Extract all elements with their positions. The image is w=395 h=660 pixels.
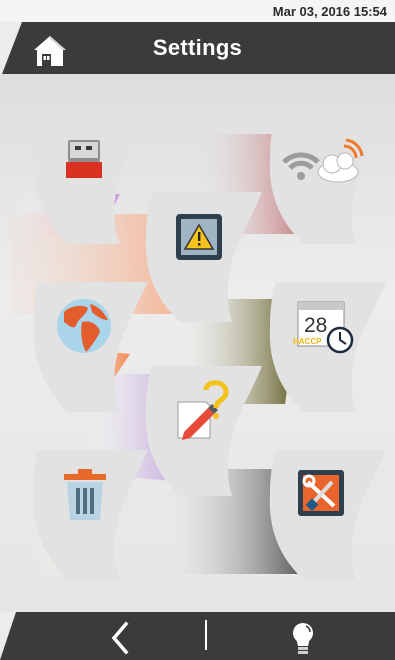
- usb-drive-icon: [66, 140, 102, 178]
- lightbulb-icon: [293, 623, 313, 654]
- back-button[interactable]: [104, 620, 136, 656]
- status-datetime: Mar 03, 2016 15:54: [272, 4, 387, 19]
- service-settings-tile[interactable]: [262, 450, 386, 580]
- alarms-settings-tile[interactable]: [140, 192, 262, 322]
- usb-settings-tile[interactable]: [28, 114, 148, 244]
- settings-grid: 28 HACCP: [0, 74, 395, 612]
- tools-icon: [298, 470, 344, 516]
- date-time-settings-tile[interactable]: 28 HACCP: [262, 282, 386, 412]
- network-settings-tile[interactable]: [262, 114, 386, 244]
- footer-bar: [0, 612, 395, 660]
- svg-text:HACCP: HACCP: [293, 337, 322, 346]
- footer-divider: [205, 620, 207, 650]
- header-bar: Settings: [0, 22, 395, 74]
- footer-background: [0, 612, 395, 660]
- delete-settings-tile[interactable]: [28, 450, 148, 580]
- light-button[interactable]: [286, 618, 320, 658]
- status-bar: Mar 03, 2016 15:54: [0, 0, 395, 22]
- svg-text:28: 28: [304, 314, 327, 337]
- globe-icon: [57, 299, 111, 353]
- page-title: Settings: [152, 35, 243, 60]
- chevron-left-icon: [111, 621, 129, 655]
- warning-icon: [176, 214, 222, 260]
- language-settings-tile[interactable]: [28, 282, 148, 412]
- calendar-clock-icon: 28 HACCP: [293, 301, 354, 354]
- help-settings-tile[interactable]: [140, 366, 262, 496]
- trash-icon: [64, 469, 106, 520]
